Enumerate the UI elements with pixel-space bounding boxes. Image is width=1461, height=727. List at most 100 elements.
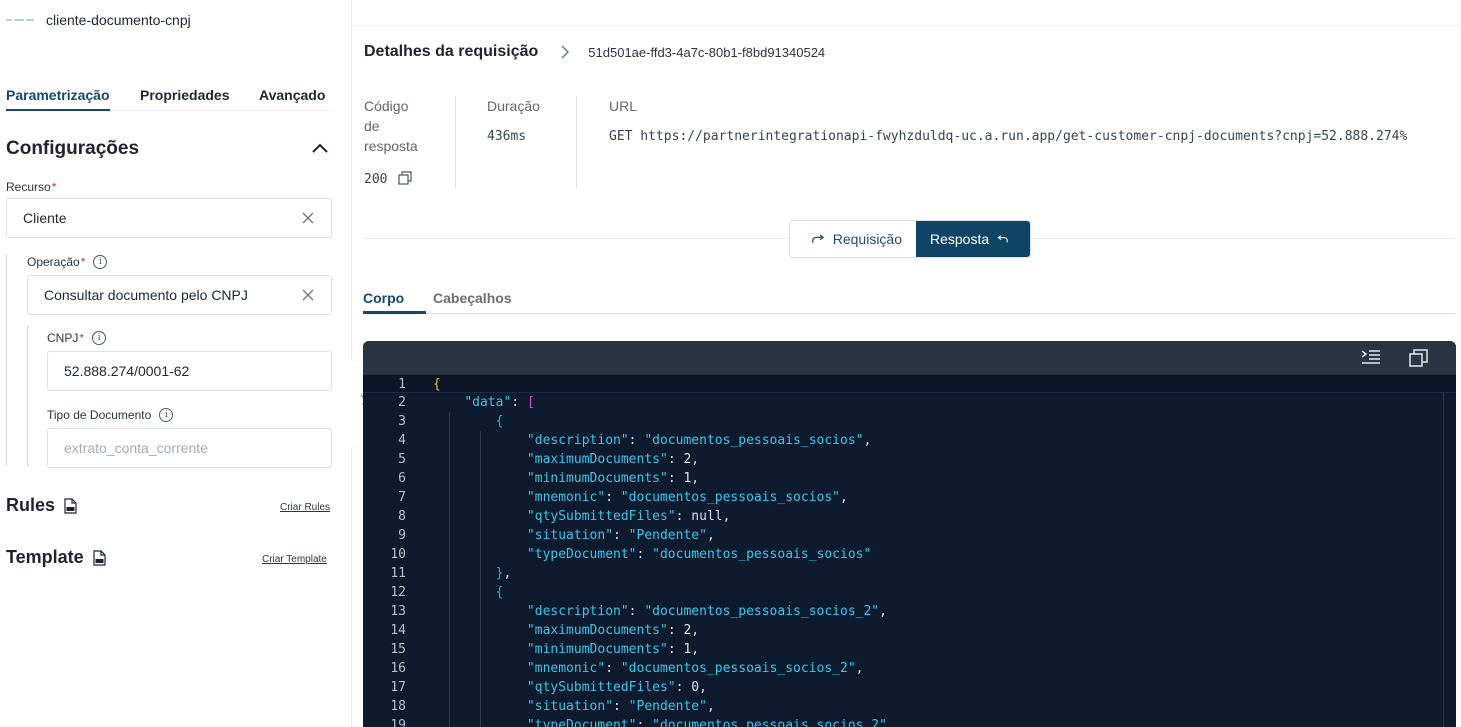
recurso-value: Cliente <box>23 210 67 226</box>
line-number: 8 <box>398 509 406 524</box>
code-text: "typeDocument": "documentos_pessoais_soc… <box>526 718 887 727</box>
line-number: 19 <box>390 718 406 727</box>
create-template-link[interactable]: Criar Template <box>262 554 327 565</box>
line-number: 9 <box>398 528 406 543</box>
code-text: "qtySubmittedFiles": 0, <box>526 680 707 695</box>
template-title: Template <box>6 547 84 567</box>
doc-file-icon <box>64 497 77 514</box>
line-number: 14 <box>390 623 406 638</box>
left-panel: cliente-documento-cnpj Parametrização Pr… <box>0 0 352 727</box>
line-number: 10 <box>390 547 406 562</box>
info-icon[interactable]: i <box>159 408 174 422</box>
copy-icon[interactable] <box>1409 349 1429 367</box>
duration-block: Duração 436ms <box>487 96 540 144</box>
line-number: 18 <box>390 699 406 714</box>
code-text: "mnemonic": "documentos_pessoais_socios_… <box>526 661 864 676</box>
code-toolbar <box>363 341 1456 374</box>
tipo-label: Tipo de Documento i <box>47 408 174 422</box>
create-rules-link[interactable]: Criar Rules <box>280 502 330 513</box>
tipo-documento-input[interactable]: extrato_conta_corrente <box>47 428 332 468</box>
tab-corpo[interactable]: Corpo <box>363 290 427 314</box>
close-icon[interactable] <box>301 211 315 225</box>
line-number: 4 <box>398 433 406 448</box>
code-text: { <box>495 414 504 429</box>
operacao-label: Operação * i <box>27 255 108 269</box>
response-toggle-button[interactable]: Resposta <box>916 221 1030 257</box>
code-line: 9 "situation": "Pendente", <box>363 526 1456 545</box>
code-line: 7 "mnemonic": "documentos_pessoais_socio… <box>363 488 1456 507</box>
config-title: Configurações <box>6 138 140 159</box>
doc-file-icon <box>93 549 106 566</box>
tab-propriedades[interactable]: Propriedades <box>140 87 229 103</box>
code-text: "mnemonic": "documentos_pessoais_socios"… <box>526 490 848 505</box>
status-label-line: resposta <box>364 138 418 154</box>
line-number: 17 <box>390 680 406 695</box>
code-text: { <box>495 585 504 600</box>
code-text: "description": "documentos_pessoais_soci… <box>526 604 887 619</box>
chevron-right-icon <box>561 45 570 59</box>
indent-guide <box>448 412 450 727</box>
cnpj-input[interactable]: 52.888.274/0001-62 <box>47 351 332 391</box>
line-number: 11 <box>390 566 406 581</box>
info-icon[interactable]: i <box>93 255 108 269</box>
meta-divider <box>576 96 577 188</box>
code-text: { <box>433 377 441 392</box>
request-toggle-label: Requisição <box>832 231 902 247</box>
duration-label: Duração <box>487 98 540 114</box>
cnpj-value: 52.888.274/0001-62 <box>64 363 190 379</box>
code-line: 15 "minimumDocuments": 1, <box>363 640 1456 659</box>
code-line: 18 "situation": "Pendente", <box>363 697 1456 716</box>
operacao-select[interactable]: Consultar documento pelo CNPJ <box>27 275 332 315</box>
breadcrumb: Detalhes da requisição 51d501ae-ffd3-4a7… <box>364 43 825 61</box>
rules-heading: Rules <box>6 495 77 516</box>
code-line: 1{ <box>363 374 1456 393</box>
request-toggle-button[interactable]: Requisição <box>790 221 916 257</box>
indent-guide <box>479 431 481 727</box>
code-text: "qtySubmittedFiles": null, <box>526 509 731 524</box>
code-line: 11 }, <box>363 564 1456 583</box>
body-tabs: Corpo Cabeçalhos <box>363 290 1455 314</box>
code-text: "maximumDocuments": 2, <box>526 623 700 638</box>
line-number: 5 <box>398 452 406 467</box>
required-mark: * <box>79 331 85 345</box>
tipo-label-text: Tipo de Documento <box>47 408 152 422</box>
cnpj-label: CNPJ * i <box>47 331 107 345</box>
right-panel: Detalhes da requisição 51d501ae-ffd3-4a7… <box>353 0 1461 727</box>
left-tabs: Parametrização Propriedades Avançado <box>6 87 332 111</box>
rules-title: Rules <box>6 495 56 515</box>
redo-arrow-icon <box>812 234 825 243</box>
required-mark: * <box>80 255 86 269</box>
code-line: 19 "typeDocument": "documentos_pessoais_… <box>363 716 1456 727</box>
format-indent-icon[interactable] <box>1361 349 1381 366</box>
code-text: "maximumDocuments": 2, <box>526 452 700 467</box>
recurso-select[interactable]: Cliente <box>6 198 332 238</box>
status-label-line: Código <box>364 98 409 114</box>
duration-value: 436ms <box>487 129 527 144</box>
code-line: 13 "description": "documentos_pessoais_s… <box>363 602 1456 621</box>
undo-arrow-icon <box>997 235 1008 243</box>
close-icon[interactable] <box>301 288 315 302</box>
code-text: "situation": "Pendente", <box>526 528 715 543</box>
status-label-line: de <box>364 118 380 134</box>
code-line: 8 "qtySubmittedFiles": null, <box>363 507 1456 526</box>
line-number: 16 <box>390 661 406 676</box>
info-icon[interactable]: i <box>92 331 107 345</box>
required-mark: * <box>51 180 57 194</box>
request-response-switch: Requisição Resposta <box>789 220 1031 258</box>
tab-avancado[interactable]: Avançado <box>259 87 325 103</box>
copy-icon[interactable] <box>398 171 412 185</box>
code-line: 3 { <box>363 412 1456 431</box>
tab-cabecalhos[interactable]: Cabeçalhos <box>433 290 512 306</box>
code-line: 12 { <box>363 583 1456 602</box>
code-text: }, <box>495 566 512 581</box>
line-number: 1 <box>398 377 406 392</box>
code-text: "minimumDocuments": 1, <box>526 471 700 486</box>
code-line: 4 "description": "documentos_pessoais_so… <box>363 431 1456 450</box>
recurso-label: Recurso * <box>6 180 56 194</box>
operacao-label-text: Operação <box>27 255 80 269</box>
chevron-up-icon[interactable] <box>311 141 329 155</box>
tab-parametrizacao[interactable]: Parametrização <box>6 87 110 111</box>
code-body[interactable]: 1{2 "data": [3 {4 "description": "docume… <box>363 374 1456 727</box>
line-number: 15 <box>390 642 406 657</box>
status-code-block: Código de resposta 200 <box>364 96 418 188</box>
